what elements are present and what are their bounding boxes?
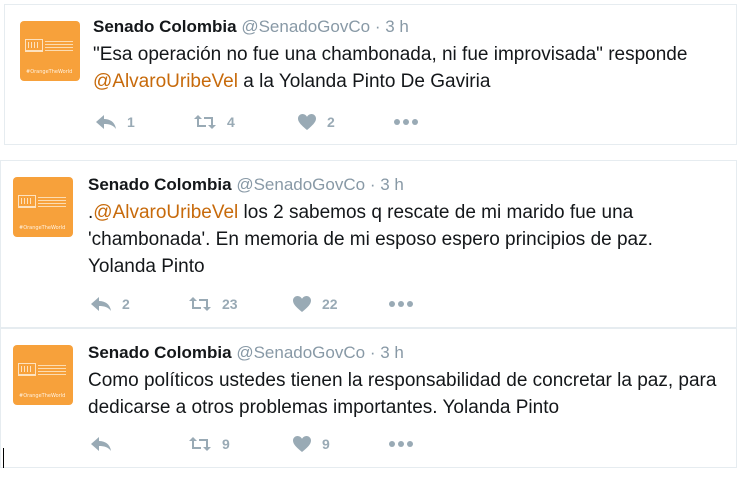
mention-link[interactable]: @AlvaroUribeVel — [93, 202, 238, 223]
like-count: 22 — [322, 296, 338, 312]
author-handle[interactable]: @SenadoGovCo — [236, 175, 365, 194]
tweet-actions: 1 4 2 — [95, 111, 435, 133]
tweet-text-part: a la Yolanda Pinto De Gaviria — [237, 71, 491, 92]
tweet-header: Senado Colombia @SenadoGovCo · 3 h — [93, 17, 409, 37]
like-icon — [293, 436, 311, 452]
logo-text-lines — [38, 365, 66, 375]
tweet-text: "Esa operación no fue una chambonada, ni… — [93, 41, 733, 95]
retweet-icon — [189, 437, 211, 451]
tweet-text: .@AlvaroUribeVel los 2 sabemos q rescate… — [88, 199, 708, 280]
like-button[interactable]: 9 — [292, 433, 330, 455]
retweet-icon — [194, 115, 216, 129]
author-handle[interactable]: @SenadoGovCo — [236, 343, 365, 362]
avatar-tag: #OrangeTheWorld — [19, 393, 66, 399]
tweet-card[interactable]: #OrangeTheWorld Senado Colombia @SenadoG… — [0, 160, 737, 328]
retweet-button[interactable]: 4 — [193, 111, 235, 133]
retweet-count: 9 — [222, 436, 230, 452]
separator-dot: · — [374, 17, 381, 36]
avatar-tag: #OrangeTheWorld — [19, 225, 66, 231]
like-button[interactable]: 2 — [297, 111, 335, 133]
mention-link[interactable]: @AlvaroUribeVel — [93, 71, 238, 92]
tweet-card[interactable]: #OrangeTheWorld Senado Colombia @SenadoG… — [4, 4, 737, 145]
more-icon — [389, 441, 413, 447]
reply-button[interactable]: 2 — [90, 293, 130, 315]
more-button[interactable] — [388, 433, 414, 455]
retweet-button[interactable]: 23 — [188, 293, 238, 315]
senate-building-icon — [18, 363, 36, 376]
reply-icon — [91, 437, 111, 451]
separator-dot: · — [369, 175, 376, 194]
like-icon — [298, 114, 316, 130]
reply-count: 2 — [122, 296, 130, 312]
logo-text-lines — [45, 41, 73, 51]
avatar-tag: #OrangeTheWorld — [26, 69, 73, 75]
more-icon — [394, 119, 418, 125]
timestamp[interactable]: 3 h — [385, 17, 409, 36]
timestamp[interactable]: 3 h — [380, 175, 404, 194]
like-count: 2 — [327, 114, 335, 130]
tweet-header: Senado Colombia @SenadoGovCo · 3 h — [88, 343, 404, 363]
tweet-actions: 9 9 — [90, 433, 430, 455]
tweet-text-part: "Esa operación no fue una chambonada, ni… — [93, 44, 688, 65]
more-icon — [389, 301, 413, 307]
senate-building-icon — [18, 195, 36, 208]
reply-icon — [96, 115, 116, 129]
like-icon — [293, 296, 311, 312]
tweet-text-part: Como políticos ustedes tienen la respons… — [88, 370, 717, 418]
reply-count: 1 — [127, 114, 135, 130]
tweet-text: Como políticos ustedes tienen la respons… — [88, 367, 728, 421]
more-button[interactable] — [393, 111, 419, 133]
reply-icon — [91, 297, 111, 311]
tweet-header: Senado Colombia @SenadoGovCo · 3 h — [88, 175, 404, 195]
timestamp[interactable]: 3 h — [380, 343, 404, 362]
reply-button[interactable] — [90, 433, 122, 455]
avatar[interactable]: #OrangeTheWorld — [13, 345, 73, 405]
avatar[interactable]: #OrangeTheWorld — [20, 21, 80, 81]
tweet-actions: 2 23 22 — [90, 293, 430, 315]
retweet-count: 4 — [227, 114, 235, 130]
senate-building-icon — [25, 39, 43, 52]
more-button[interactable] — [388, 293, 414, 315]
retweet-button[interactable]: 9 — [188, 433, 230, 455]
tweet-card[interactable]: #OrangeTheWorld Senado Colombia @SenadoG… — [0, 328, 737, 468]
retweet-icon — [189, 297, 211, 311]
author-name[interactable]: Senado Colombia — [88, 175, 232, 194]
author-handle[interactable]: @SenadoGovCo — [241, 17, 370, 36]
author-name[interactable]: Senado Colombia — [88, 343, 232, 362]
separator-dot: · — [369, 343, 376, 362]
logo-text-lines — [38, 197, 66, 207]
avatar[interactable]: #OrangeTheWorld — [13, 177, 73, 237]
retweet-count: 23 — [222, 296, 238, 312]
reply-button[interactable]: 1 — [95, 111, 135, 133]
text-cursor — [3, 448, 4, 468]
author-name[interactable]: Senado Colombia — [93, 17, 237, 36]
like-count: 9 — [322, 436, 330, 452]
like-button[interactable]: 22 — [292, 293, 338, 315]
